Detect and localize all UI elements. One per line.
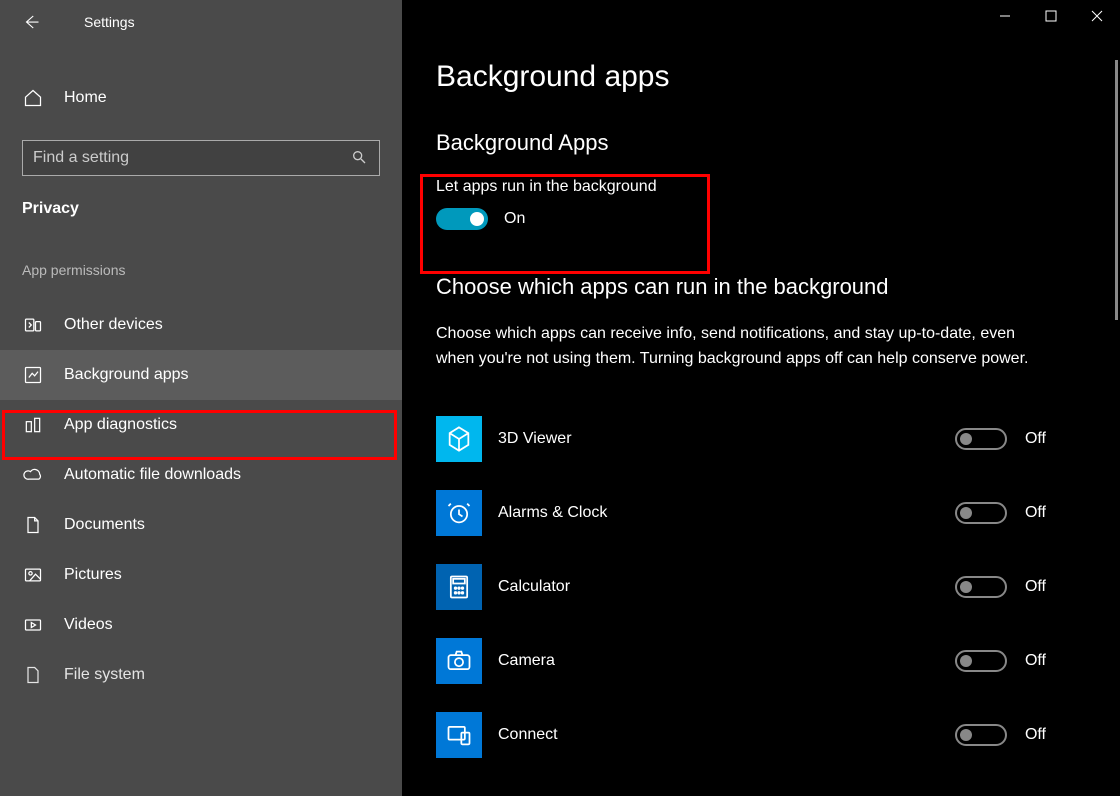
app-row-alarms: Alarms & Clock Off — [436, 476, 1086, 550]
app-toggle-connect[interactable] — [955, 724, 1007, 746]
sidebar: Settings Home Privacy App permissions Ot… — [0, 0, 402, 796]
sidebar-item-label: Pictures — [64, 566, 122, 584]
scrollbar[interactable] — [1115, 60, 1118, 320]
nav-home[interactable]: Home — [0, 74, 402, 122]
devices-icon — [22, 314, 44, 336]
file-system-icon — [22, 664, 44, 686]
master-toggle[interactable] — [436, 208, 488, 230]
sidebar-item-label: App diagnostics — [64, 416, 177, 434]
app-list: 3D Viewer Off Alarms & Clock Off — [436, 402, 1086, 772]
sidebar-section-label: App permissions — [22, 262, 402, 278]
sidebar-item-label: Documents — [64, 516, 145, 534]
app-toggle-state: Off — [1025, 726, 1046, 744]
section-choose-apps-heading: Choose which apps can run in the backgro… — [436, 274, 1086, 300]
app-icon-3d-viewer — [436, 416, 482, 462]
app-icon-camera — [436, 638, 482, 684]
video-icon — [22, 614, 44, 636]
sidebar-item-label: Background apps — [64, 366, 189, 384]
app-name: Camera — [498, 652, 955, 670]
app-row-connect: Connect Off — [436, 698, 1086, 772]
app-icon-connect — [436, 712, 482, 758]
search-input[interactable] — [33, 149, 351, 167]
app-toggle-camera[interactable] — [955, 650, 1007, 672]
app-name: Connect — [498, 726, 955, 744]
sidebar-item-background-apps[interactable]: Background apps — [0, 350, 402, 400]
sidebar-item-app-diagnostics[interactable]: App diagnostics — [0, 400, 402, 450]
search-icon — [351, 149, 369, 167]
cloud-download-icon — [22, 464, 44, 486]
app-title: Settings — [84, 14, 135, 30]
app-icon-alarms — [436, 490, 482, 536]
diagnostics-icon — [22, 414, 44, 436]
sidebar-nav-list: Other devices Background apps App diagno… — [0, 300, 402, 700]
minimize-button[interactable] — [982, 0, 1028, 32]
titlebar: Settings — [0, 0, 402, 44]
app-toggle-state: Off — [1025, 504, 1046, 522]
app-row-calculator: Calculator Off — [436, 550, 1086, 624]
app-toggle-3d-viewer[interactable] — [955, 428, 1007, 450]
app-row-camera: Camera Off — [436, 624, 1086, 698]
sidebar-item-videos[interactable]: Videos — [0, 600, 402, 650]
sidebar-item-pictures[interactable]: Pictures — [0, 550, 402, 600]
page-title: Background apps — [436, 60, 1086, 94]
app-toggle-state: Off — [1025, 578, 1046, 596]
app-name: Alarms & Clock — [498, 504, 955, 522]
section-choose-apps-body: Choose which apps can receive info, send… — [436, 322, 1036, 372]
maximize-button[interactable] — [1028, 0, 1074, 32]
nav-home-label: Home — [64, 89, 107, 107]
sidebar-privacy-label: Privacy — [22, 200, 402, 218]
sidebar-item-label: Videos — [64, 616, 113, 634]
sidebar-item-label: File system — [64, 666, 145, 684]
main-pane: Background apps Background Apps Let apps… — [402, 0, 1120, 796]
document-icon — [22, 514, 44, 536]
master-toggle-label: Let apps run in the background — [436, 178, 1086, 196]
background-apps-icon — [22, 364, 44, 386]
pictures-icon — [22, 564, 44, 586]
master-toggle-state: On — [504, 210, 525, 228]
app-icon-calculator — [436, 564, 482, 610]
sidebar-item-auto-downloads[interactable]: Automatic file downloads — [0, 450, 402, 500]
close-button[interactable] — [1074, 0, 1120, 32]
home-icon — [22, 87, 44, 109]
back-button[interactable] — [22, 13, 40, 31]
app-name: Calculator — [498, 578, 955, 596]
section-background-apps-heading: Background Apps — [436, 130, 1086, 156]
app-row-3d-viewer: 3D Viewer Off — [436, 402, 1086, 476]
sidebar-item-label: Automatic file downloads — [64, 466, 241, 484]
search-box[interactable] — [22, 140, 380, 176]
app-name: 3D Viewer — [498, 430, 955, 448]
app-toggle-state: Off — [1025, 430, 1046, 448]
app-toggle-state: Off — [1025, 652, 1046, 670]
app-toggle-calculator[interactable] — [955, 576, 1007, 598]
app-toggle-alarms[interactable] — [955, 502, 1007, 524]
sidebar-item-label: Other devices — [64, 316, 163, 334]
sidebar-item-other-devices[interactable]: Other devices — [0, 300, 402, 350]
sidebar-item-file-system[interactable]: File system — [0, 650, 402, 700]
window-controls — [982, 0, 1120, 32]
sidebar-item-documents[interactable]: Documents — [0, 500, 402, 550]
